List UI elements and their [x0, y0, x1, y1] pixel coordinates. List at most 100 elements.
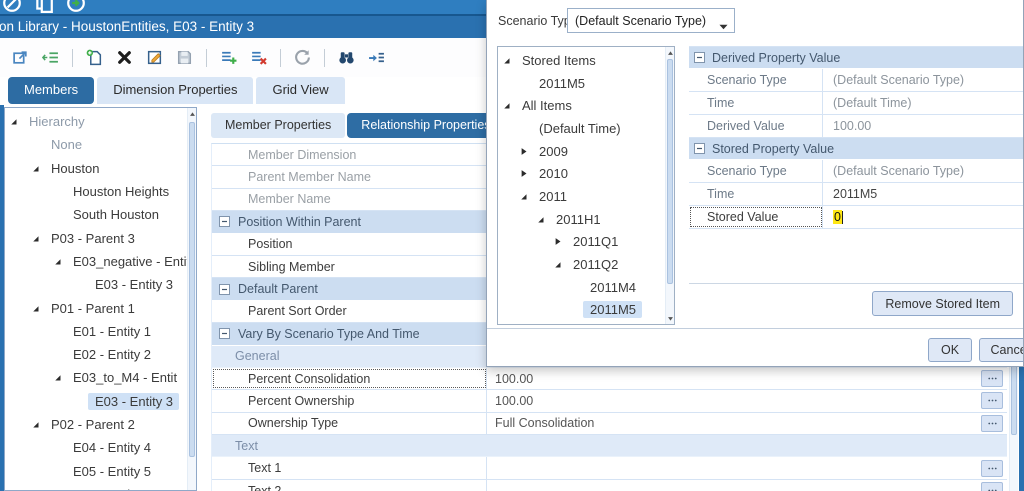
expander-open-icon[interactable]: [519, 191, 532, 202]
tree-item[interactable]: None: [5, 133, 196, 156]
property-name-cell[interactable]: Position: [212, 234, 487, 255]
tree-item[interactable]: Hierarchy: [5, 110, 196, 133]
compass-icon[interactable]: [2, 0, 22, 13]
tree-item[interactable]: E03_to_M4 - Entit: [5, 366, 196, 389]
group-header[interactable]: Derived Property Value: [689, 47, 1023, 69]
save-button[interactable]: [176, 49, 193, 66]
tree-item[interactable]: 2009: [498, 140, 674, 163]
scenario-type-select[interactable]: (Default Scenario Type): [567, 8, 735, 33]
remove-row-button[interactable]: [250, 49, 267, 66]
ok-button[interactable]: OK: [928, 338, 972, 362]
property-row[interactable]: Ownership TypeFull Consolidation: [212, 413, 1007, 435]
tree-item[interactable]: E02 - Entity 2: [5, 343, 196, 366]
expander-open-icon[interactable]: [502, 100, 515, 111]
tree-item[interactable]: Stored Items: [498, 49, 674, 72]
property-name-cell[interactable]: Ownership Type: [212, 413, 487, 434]
tab-relationship-properties[interactable]: Relationship Properties: [347, 113, 504, 138]
tree-item[interactable]: E03 - Entity 3: [5, 390, 196, 413]
tree-item[interactable]: South Houston: [5, 203, 196, 226]
scroll-down-icon[interactable]: [666, 313, 675, 323]
expander-open-icon[interactable]: [53, 372, 66, 383]
property-value-cell[interactable]: [487, 480, 1007, 491]
expander-open-icon[interactable]: [536, 214, 549, 225]
expander-open-icon[interactable]: [31, 303, 44, 314]
undo-button[interactable]: [294, 49, 311, 66]
property-name-cell[interactable]: Derived Value: [689, 115, 823, 137]
property-row[interactable]: Text 1: [212, 457, 1007, 479]
property-value-cell[interactable]: 100.00: [487, 368, 1007, 389]
property-name-cell[interactable]: Scenario Type: [689, 69, 823, 91]
expander-open-icon[interactable]: [9, 116, 22, 127]
tree-item[interactable]: P02 - Parent 2: [5, 413, 196, 436]
tree-item[interactable]: E01 - Entity 1: [5, 320, 196, 343]
property-value-cell[interactable]: 100.00: [487, 390, 1007, 411]
expander-open-icon[interactable]: [31, 419, 44, 430]
collapse-box-icon[interactable]: [694, 143, 705, 154]
collapse-box-icon[interactable]: [694, 52, 705, 63]
ellipsis-button[interactable]: [981, 415, 1003, 432]
tab-members[interactable]: Members: [8, 77, 94, 104]
scrollbar-thumb[interactable]: [189, 122, 195, 457]
property-row[interactable]: Derived Value100.00: [689, 115, 1023, 138]
tree-item[interactable]: All Items: [498, 94, 674, 117]
property-name-cell[interactable]: Time: [689, 183, 823, 205]
tree-item[interactable]: 2011Q1: [498, 231, 674, 254]
property-value-cell[interactable]: (Default Time): [823, 92, 1023, 114]
scroll-up-icon[interactable]: [666, 48, 675, 58]
expander-closed-icon[interactable]: [519, 146, 532, 157]
property-name-cell[interactable]: Stored Value: [689, 206, 823, 228]
delete-x-button[interactable]: [116, 49, 133, 66]
cancel-button[interactable]: Cancel: [979, 338, 1024, 362]
edit-item-button[interactable]: [146, 49, 163, 66]
property-name-cell[interactable]: Text 1: [212, 457, 487, 478]
property-value-cell[interactable]: [487, 457, 1007, 478]
ellipsis-button[interactable]: [981, 392, 1003, 409]
ellipsis-button[interactable]: [981, 460, 1003, 477]
property-name-cell[interactable]: Parent Member Name: [212, 166, 487, 187]
scroll-up-icon[interactable]: [188, 109, 197, 119]
property-name-cell[interactable]: Member Name: [212, 189, 487, 210]
property-value-cell[interactable]: 0: [823, 206, 1023, 228]
expander-open-icon[interactable]: [553, 259, 566, 270]
collapse-list-button[interactable]: [42, 49, 59, 66]
expander-closed-icon[interactable]: [553, 236, 566, 247]
scrollbar-thumb[interactable]: [667, 59, 673, 284]
property-name-cell[interactable]: Percent Consolidation: [212, 368, 487, 389]
property-row[interactable]: Time2011M5: [689, 183, 1023, 206]
expander-open-icon[interactable]: [31, 233, 44, 244]
tree-item[interactable]: E06 - Entity 6: [5, 483, 196, 491]
tree-item[interactable]: 2011M4: [498, 276, 674, 299]
property-name-cell[interactable]: Text 2: [212, 480, 487, 491]
expander-open-icon[interactable]: [53, 256, 66, 267]
property-value-cell[interactable]: (Default Scenario Type): [823, 69, 1023, 91]
property-name-cell[interactable]: Sibling Member: [212, 256, 487, 277]
property-value-cell[interactable]: Full Consolidation: [487, 413, 1007, 434]
tree-item[interactable]: 2010: [498, 162, 674, 185]
ellipsis-button[interactable]: [981, 482, 1003, 491]
property-row[interactable]: Scenario Type(Default Scenario Type): [689, 69, 1023, 92]
group-header[interactable]: Stored Property Value: [689, 138, 1023, 160]
property-row[interactable]: Percent Consolidation100.00: [212, 368, 1007, 390]
remove-stored-item-button[interactable]: Remove Stored Item: [872, 291, 1013, 316]
tree-item[interactable]: E04 - Entity 4: [5, 436, 196, 459]
collapse-box-icon[interactable]: [219, 216, 230, 227]
property-name-cell[interactable]: Time: [689, 92, 823, 114]
property-value-cell[interactable]: (Default Scenario Type): [823, 160, 1023, 182]
tree-item[interactable]: Houston: [5, 157, 196, 180]
copy-icon[interactable]: [34, 0, 54, 13]
property-name-cell[interactable]: Member Dimension: [212, 144, 487, 165]
tree-item[interactable]: P03 - Parent 3: [5, 226, 196, 249]
tab-dimension-properties[interactable]: Dimension Properties: [97, 77, 253, 104]
time-tree-scrollbar[interactable]: [665, 47, 674, 324]
expander-open-icon[interactable]: [31, 163, 44, 174]
property-value-cell[interactable]: 2011M5: [823, 183, 1023, 205]
tree-item[interactable]: (Default Time): [498, 117, 674, 140]
run-icon[interactable]: [66, 0, 86, 13]
property-row[interactable]: Time(Default Time): [689, 92, 1023, 115]
tree-item[interactable]: 2011M5: [498, 299, 674, 322]
property-row[interactable]: Percent Ownership100.00: [212, 390, 1007, 412]
property-row[interactable]: Text 2: [212, 480, 1007, 491]
property-row[interactable]: Stored Value0: [689, 206, 1023, 229]
tree-item[interactable]: E05 - Entity 5: [5, 459, 196, 482]
tree-item[interactable]: 2011H1: [498, 208, 674, 231]
